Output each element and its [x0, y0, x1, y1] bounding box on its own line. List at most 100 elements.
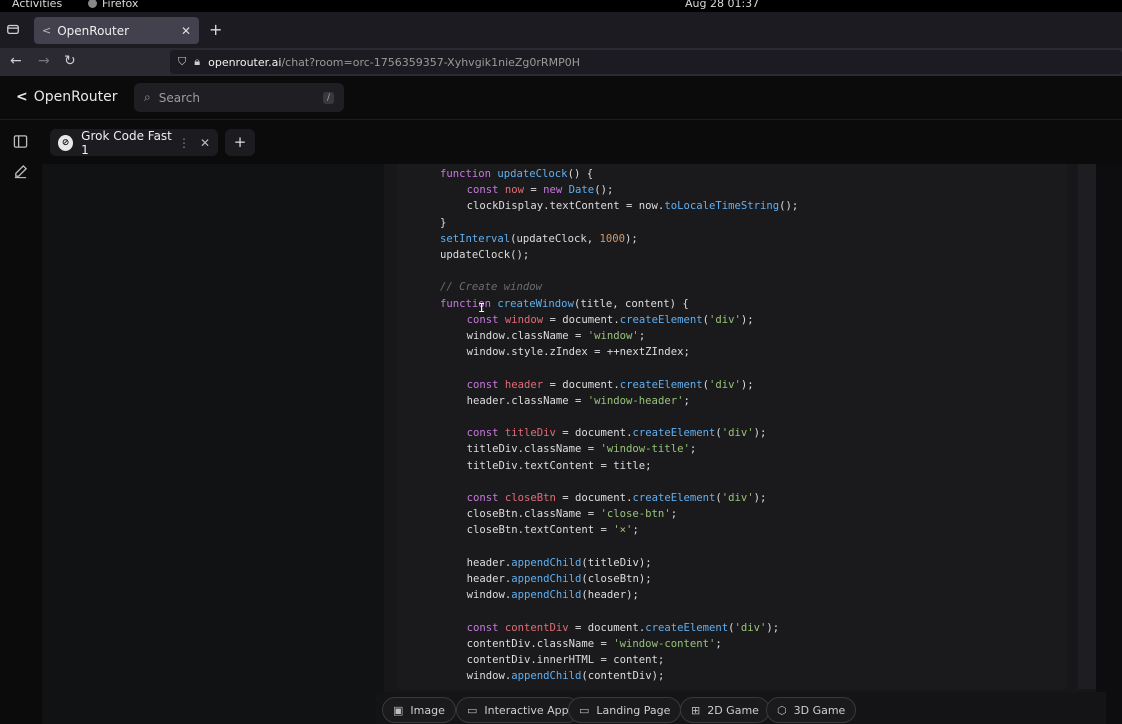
code-token: 'div': [721, 492, 754, 504]
grid-icon: ⊞: [691, 703, 701, 717]
add-model-button[interactable]: +: [225, 129, 255, 156]
code-token: 'window-header': [587, 394, 684, 407]
lock-icon[interactable]: 🔒︎: [194, 55, 200, 69]
code-scrollbar[interactable]: [1078, 164, 1096, 689]
brand-name: OpenRouter: [33, 89, 118, 105]
code-token: const: [466, 621, 505, 634]
code-token: updateClock: [497, 168, 568, 180]
code-token: (title, content) {: [573, 297, 689, 310]
activities-button[interactable]: Activities: [12, 0, 62, 10]
code-token: titleDiv.className =: [466, 443, 601, 456]
code-line: const closeBtn = document.createElement(…: [467, 491, 767, 505]
openrouter-logo-link[interactable]: < OpenRouter: [16, 89, 118, 105]
code-token: now: [504, 184, 525, 197]
code-token: );: [740, 378, 754, 391]
openrouter-logo-icon: <: [16, 89, 28, 105]
sidebar-toggle-icon[interactable]: [13, 134, 29, 150]
code-token: clockDisplay.textContent = now.: [466, 200, 665, 213]
code-token: ;: [683, 394, 690, 407]
suggestion-chip-3d-game[interactable]: ⬡ 3D Game: [766, 697, 857, 723]
code-token: '×': [613, 524, 633, 537]
suggestion-chip-label: Image: [410, 703, 445, 717]
url-bar[interactable]: ⛉ 🔒︎ openrouter.ai /chat?room=orc-175635…: [170, 50, 1122, 74]
system-clock[interactable]: Aug 28 01:37: [685, 0, 759, 10]
url-host: openrouter.ai: [208, 55, 282, 69]
code-token: ;: [632, 524, 639, 537]
suggestion-chip-2d-game[interactable]: ⊞ 2D Game: [680, 697, 770, 723]
code-token: createElement: [619, 378, 703, 391]
code-token: );: [740, 313, 754, 326]
suggestion-chip-interactive-app[interactable]: ▭ Interactive App: [456, 697, 580, 723]
suggestion-chip-image[interactable]: ▣ Image: [382, 697, 456, 723]
new-chat-edit-icon[interactable]: [13, 164, 29, 180]
code-token: = document.: [543, 313, 620, 326]
code-token: function: [440, 297, 498, 310]
firefox-icon: [88, 0, 97, 8]
shield-icon[interactable]: ⛉: [178, 55, 186, 69]
suggestion-chip-label: 3D Game: [793, 703, 846, 717]
code-line: window.style.zIndex = ++nextZIndex;: [467, 345, 690, 359]
code-line: closeBtn.textContent = '×';: [467, 523, 639, 537]
app-window-icon: ▭: [467, 703, 478, 717]
code-line: header.appendChild(titleDiv);: [467, 556, 652, 570]
code-token: }: [440, 216, 447, 229]
code-token: (titleDiv);: [581, 556, 652, 569]
code-token: toLocaleTimeString: [664, 200, 780, 213]
code-token: function: [440, 168, 498, 180]
code-line: const window = document.createElement('d…: [467, 313, 754, 327]
cube-icon: ⬡: [777, 703, 787, 717]
code-line: const titleDiv = document.createElement(…: [467, 426, 767, 440]
app-menu[interactable]: Firefox: [88, 0, 138, 10]
code-token: titleDiv: [504, 427, 556, 440]
image-icon: ▣: [393, 703, 404, 717]
code-token: contentDiv.innerHTML = content;: [466, 654, 665, 666]
search-placeholder: Search: [158, 90, 200, 105]
search-input[interactable]: ⌕ Search /: [134, 83, 344, 112]
code-block[interactable]: function updateClock() { const now = new …: [397, 164, 1067, 689]
code-token: );: [753, 427, 767, 440]
code-token: contentDiv: [504, 621, 569, 634]
more-options-icon[interactable]: ⋮: [178, 136, 190, 150]
openrouter-favicon-icon: <: [42, 24, 52, 37]
code-token: =: [524, 184, 544, 197]
code-token: ;: [638, 330, 646, 342]
code-line: }: [440, 216, 446, 230]
code-token: (updateClock,: [510, 232, 600, 245]
url-path: /chat?room=orc-1756359357-Xyhvgik1nieZg0…: [281, 55, 580, 69]
close-tab-icon[interactable]: ✕: [181, 24, 191, 38]
code-token: window.: [466, 589, 512, 602]
code-line: updateClock();: [440, 248, 529, 262]
code-token: contentDiv.className =: [466, 637, 614, 650]
code-token: window.style.zIndex = ++nextZIndex;: [466, 346, 690, 359]
suggestion-chip-landing-page[interactable]: ▭ Landing Page: [568, 697, 682, 723]
code-line: header.appendChild(closeBtn);: [467, 572, 652, 586]
browser-tab-openrouter[interactable]: < OpenRouter ✕: [34, 17, 199, 44]
text-cursor-icon: I: [478, 301, 486, 315]
code-token: createWindow: [497, 297, 574, 310]
code-line: const header = document.createElement('d…: [467, 378, 754, 392]
code-token: header: [504, 378, 544, 391]
code-token: () {: [567, 168, 594, 180]
model-tab-grok[interactable]: ⊘ Grok Code Fast 1 ⋮ ✕: [50, 129, 218, 157]
code-token: = document.: [568, 621, 646, 634]
forward-arrow-icon[interactable]: →: [38, 53, 50, 69]
code-token: 'window': [587, 330, 639, 342]
code-token: titleDiv.textContent = title;: [466, 459, 652, 472]
code-line: window.appendChild(header);: [467, 588, 639, 602]
close-model-icon[interactable]: ✕: [200, 136, 210, 150]
search-icon: ⌕: [144, 90, 151, 104]
back-arrow-icon[interactable]: ←: [10, 53, 22, 69]
code-token: window.className =: [466, 330, 588, 342]
app-name: Firefox: [102, 0, 139, 10]
code-token: header.: [466, 556, 512, 569]
code-token: createElement: [645, 621, 729, 634]
suggestion-chip-label: Landing Page: [596, 703, 671, 717]
new-tab-icon[interactable]: +: [209, 22, 222, 38]
tab-list-icon[interactable]: [6, 22, 22, 38]
code-line: closeBtn.className = 'close-btn';: [467, 507, 678, 521]
code-line: window.className = 'window';: [467, 329, 646, 343]
code-token: window: [504, 313, 544, 326]
reload-icon[interactable]: ↻: [64, 53, 76, 69]
code-line: header.className = 'window-header';: [467, 394, 690, 408]
code-line: const now = new Date();: [467, 183, 614, 197]
